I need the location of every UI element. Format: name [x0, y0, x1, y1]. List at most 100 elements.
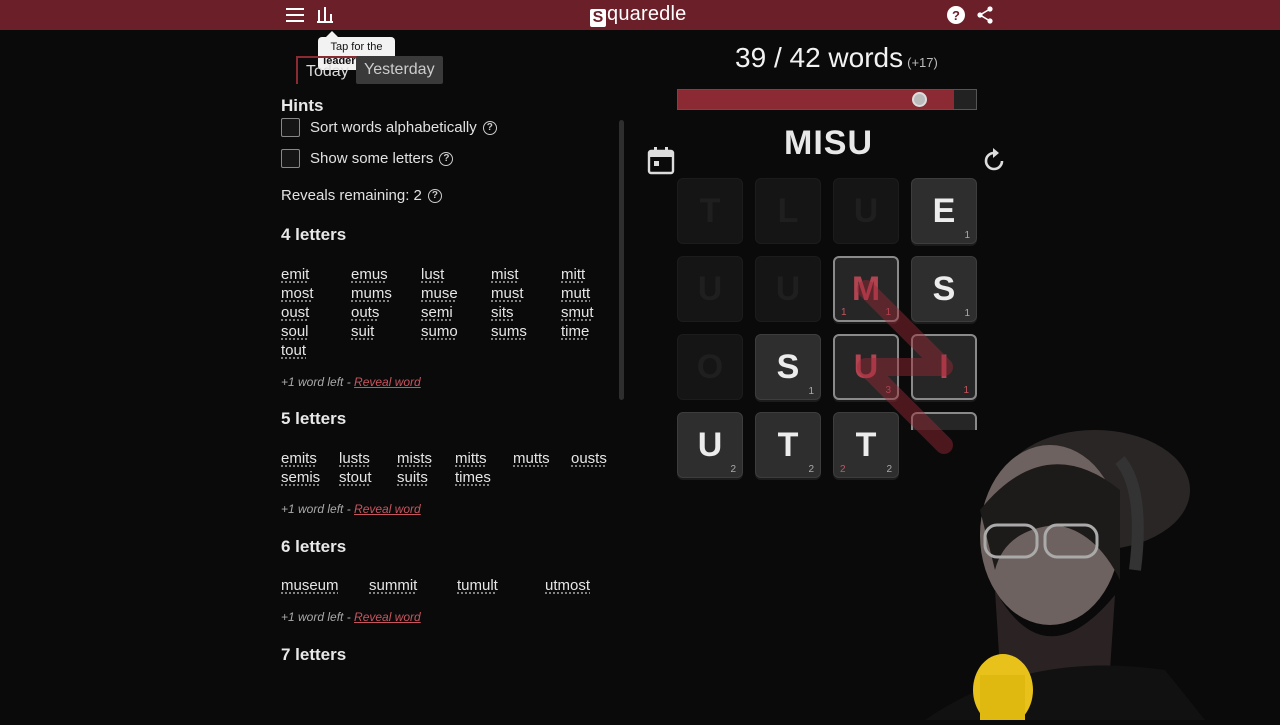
letter-tile[interactable]: T2 [755, 412, 821, 478]
word-grid-6: museum summit tumult utmost [281, 576, 624, 595]
help-circle-icon[interactable]: ? [482, 120, 497, 135]
leaderboard-icon[interactable] [314, 4, 336, 26]
show-letters-label: Show some letters [310, 150, 434, 167]
top-bar: Squaredle ? [0, 0, 1280, 30]
found-word[interactable]: suit [351, 322, 421, 341]
sort-alpha-checkbox[interactable] [281, 118, 300, 137]
found-word[interactable]: times [455, 468, 513, 487]
found-word[interactable]: most [281, 284, 351, 303]
letter-tile[interactable]: E1 [911, 178, 977, 244]
tile-count-alt: 2 [840, 464, 846, 475]
letter-tile[interactable]: T2 2 [833, 412, 899, 478]
letter-tile[interactable]: O [677, 334, 743, 400]
found-word[interactable]: mitt [561, 265, 624, 284]
tab-yesterday[interactable]: Yesterday [356, 56, 443, 84]
show-letters-option[interactable]: Show some letters ? [281, 149, 454, 168]
found-word[interactable]: tout [281, 341, 351, 360]
tile-count: 2 [808, 464, 814, 475]
score-display[interactable]: 39 / 42 words (+17) [735, 42, 938, 74]
tile-count-alt: 1 [841, 307, 847, 318]
globe-icon [911, 92, 927, 107]
calendar-icon[interactable] [646, 146, 676, 181]
found-word[interactable]: lust [421, 265, 491, 284]
section-heading: 4 letters [281, 225, 347, 244]
reset-icon[interactable] [980, 147, 1008, 180]
found-word[interactable]: semi [421, 303, 491, 322]
found-word[interactable]: mums [351, 284, 421, 303]
tile-count: 3 [885, 385, 891, 396]
found-word[interactable]: soul [281, 322, 351, 341]
found-word[interactable]: stout [339, 468, 397, 487]
words-left-text: +1 word left - [281, 610, 355, 624]
found-word[interactable]: sumo [421, 322, 491, 341]
found-word[interactable]: semis [281, 468, 339, 487]
svg-text:?: ? [952, 8, 960, 23]
section-heading: 6 letters [281, 537, 347, 556]
tile-count: 2 [886, 464, 892, 475]
found-word[interactable]: mutt [561, 284, 624, 303]
hints-heading: Hints [281, 96, 324, 115]
tile-letter: I [939, 347, 949, 386]
reveal-word-link[interactable]: Reveal word [354, 502, 421, 516]
tile-letter: S [932, 269, 956, 308]
found-word[interactable]: sits [491, 303, 561, 322]
letter-tile[interactable]: U2 [677, 412, 743, 478]
found-word[interactable]: oust [281, 303, 351, 322]
found-word[interactable]: mitts [455, 449, 513, 468]
tile-count: 1 [885, 307, 891, 318]
app-logo[interactable]: Squaredle [590, 3, 686, 27]
found-word[interactable]: muse [421, 284, 491, 303]
letter-tile[interactable]: U [833, 178, 899, 244]
tile-count: 1 [964, 308, 970, 319]
found-word[interactable]: summit [369, 576, 457, 595]
found-word[interactable]: must [491, 284, 561, 303]
found-word[interactable]: emits [281, 449, 339, 468]
share-icon[interactable] [974, 4, 996, 26]
tile-count: 2 [730, 464, 736, 475]
found-word[interactable]: suits [397, 468, 455, 487]
found-word[interactable]: lusts [339, 449, 397, 468]
tile-letter: U [775, 269, 801, 308]
letter-tile[interactable]: U3 [833, 334, 899, 400]
word-list-scrollbar[interactable] [619, 120, 624, 400]
letter-tile[interactable]: U [755, 256, 821, 322]
tab-today[interactable]: Today [296, 56, 357, 84]
words-left-note: +1 word left - Reveal word [281, 502, 421, 516]
found-word[interactable]: emit [281, 265, 351, 284]
help-circle-icon[interactable]: ? [427, 188, 442, 203]
letter-tile[interactable]: S1 [911, 256, 977, 322]
word-list-panel: Hints Sort words alphabetically ? Show s… [270, 88, 624, 686]
found-word[interactable]: ousts [571, 449, 624, 468]
found-word[interactable]: museum [281, 576, 369, 595]
letter-tile[interactable]: S1 [755, 334, 821, 400]
help-circle-icon[interactable]: ? [439, 151, 454, 166]
found-word[interactable]: mist [491, 265, 561, 284]
reveal-word-link[interactable]: Reveal word [354, 375, 421, 389]
tile-letter: T [699, 191, 721, 230]
found-word[interactable]: utmost [545, 576, 624, 595]
app-title: quaredle [607, 3, 687, 25]
sort-alpha-option[interactable]: Sort words alphabetically ? [281, 118, 497, 137]
words-left-note: +1 word left - Reveal word [281, 610, 421, 624]
show-letters-checkbox[interactable] [281, 149, 300, 168]
reveal-word-link[interactable]: Reveal word [354, 610, 421, 624]
tile-letter: U [853, 191, 879, 230]
found-word[interactable]: mists [397, 449, 455, 468]
bonus-count: (+17) [907, 55, 938, 70]
menu-icon[interactable] [284, 4, 306, 26]
found-word[interactable]: time [561, 322, 624, 341]
tile-letter: T [777, 425, 799, 464]
found-word[interactable]: emus [351, 265, 421, 284]
found-word[interactable]: sums [491, 322, 561, 341]
found-word[interactable]: tumult [457, 576, 545, 595]
logo-mark: S [590, 9, 606, 27]
found-word[interactable]: outs [351, 303, 421, 322]
letter-tile[interactable]: L [755, 178, 821, 244]
letter-tile[interactable]: T [677, 178, 743, 244]
letter-tile[interactable]: U [677, 256, 743, 322]
help-icon[interactable]: ? [945, 4, 967, 26]
letter-tile[interactable]: I1 [911, 334, 977, 400]
letter-tile[interactable]: M1 1 [833, 256, 899, 322]
found-word[interactable]: mutts [513, 449, 571, 468]
found-word[interactable]: smut [561, 303, 624, 322]
